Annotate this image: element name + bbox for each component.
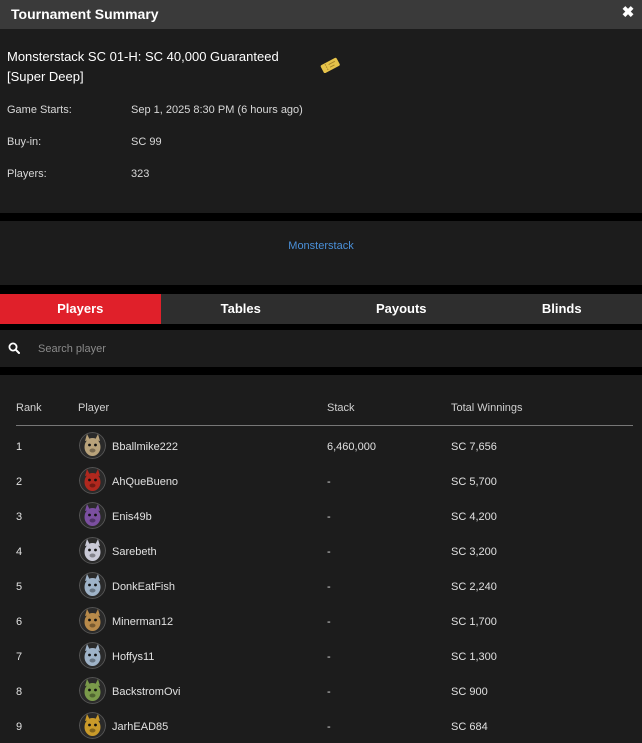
detail-label: Buy-in: [7,136,42,148]
winnings-cell: SC 2,240 [451,581,497,593]
winnings-cell: SC 7,656 [451,441,497,453]
rank-cell: 4 [16,546,23,558]
player-name[interactable]: Bballmike222 [112,441,178,453]
player-name[interactable]: JarhEAD85 [112,721,168,733]
table-row[interactable]: 3 Enis49b - SC 4,200 [16,500,633,535]
player-name[interactable]: AhQueBueno [112,476,178,488]
stack-cell: - [327,686,331,698]
window-title: Tournament Summary [11,6,159,22]
tab-payouts[interactable]: Payouts [321,294,482,324]
stack-cell: 6,460,000 [327,441,376,453]
detail-value: 323 [131,168,150,180]
rank-cell: 2 [16,476,23,488]
unicorn-avatar[interactable] [79,642,106,669]
player-name[interactable]: BackstromOvi [112,686,180,698]
player-name[interactable]: DonkEatFish [112,581,175,593]
horse-avatar[interactable] [79,677,106,704]
header-total-winnings[interactable]: Total Winnings [451,402,523,414]
search-icon [8,342,20,354]
detail-label: Players: [7,168,47,180]
search-input[interactable] [30,338,620,360]
winnings-cell: SC 4,200 [451,511,497,523]
header-stack[interactable]: Stack [327,402,355,414]
header-player[interactable]: Player [78,402,109,414]
player-name[interactable]: Minerman12 [112,616,173,628]
tournament-summary-panel: Monsterstack SC 01-H: SC 40,000 Guarante… [0,29,642,213]
table-row[interactable]: 8 BackstromOvi - SC 900 [16,675,633,710]
winnings-cell: SC 684 [451,721,488,733]
winnings-cell: SC 3,200 [451,546,497,558]
table-row[interactable]: 7 Hoffys11 - SC 1,300 [16,640,633,675]
detail-value: Sep 1, 2025 8:30 PM (6 hours ago) [131,104,303,116]
rank-cell: 8 [16,686,23,698]
table-row[interactable]: 4 Sarebeth - SC 3,200 [16,535,633,570]
stack-cell: - [327,616,331,628]
series-panel: Monsterstack [0,221,642,285]
players-table: Rank Player Stack Total Winnings 1 Bballm… [0,375,642,743]
detail-label: Game Starts: [7,104,72,116]
tournament-name-line2: [Super Deep] [7,69,84,84]
close-icon[interactable]: ✖ [621,5,635,20]
rank-cell: 5 [16,581,23,593]
ticket-icon [320,57,340,73]
tab-bar: Players Tables Payouts Blinds [0,294,642,324]
stack-cell: - [327,651,331,663]
stack-cell: - [327,721,331,733]
player-name[interactable]: Enis49b [112,511,152,523]
stack-cell: - [327,546,331,558]
tournament-name-line1: Monsterstack SC 01-H: SC 40,000 Guarante… [7,49,279,64]
player-name[interactable]: Sarebeth [112,546,157,558]
tournament-name: Monsterstack SC 01-H: SC 40,000 Guarante… [7,47,307,87]
stack-cell: - [327,476,331,488]
winnings-cell: SC 1,300 [451,651,497,663]
table-row[interactable]: 2 AhQueBueno - SC 5,700 [16,465,633,500]
demon-avatar[interactable] [79,467,106,494]
rank-cell: 6 [16,616,23,628]
tab-blinds[interactable]: Blinds [481,294,642,324]
rank-cell: 1 [16,441,23,453]
table-row[interactable]: 6 Minerman12 - SC 1,700 [16,605,633,640]
detail-value: SC 99 [131,136,162,148]
winnings-cell: SC 1,700 [451,616,497,628]
tab-tables[interactable]: Tables [160,294,321,324]
rank-cell: 3 [16,511,23,523]
divider [0,213,642,221]
stack-cell: - [327,511,331,523]
table-row[interactable]: 9 JarhEAD85 - SC 684 [16,710,633,743]
player-name[interactable]: Hoffys11 [112,651,154,663]
purple-beast-avatar[interactable] [79,502,106,529]
rank-cell: 9 [16,721,23,733]
panda-avatar[interactable] [79,537,106,564]
header-rank[interactable]: Rank [16,402,42,414]
unicorn-avatar[interactable] [79,572,106,599]
stack-cell: - [327,581,331,593]
winnings-cell: SC 5,700 [451,476,497,488]
tab-players[interactable]: Players [0,294,161,324]
winnings-cell: SC 900 [451,686,488,698]
table-header: Rank Player Stack Total Winnings [16,402,633,426]
table-row[interactable]: 5 DonkEatFish - SC 2,240 [16,570,633,605]
hamster-avatar[interactable] [79,607,106,634]
rank-cell: 7 [16,651,23,663]
series-link[interactable]: Monsterstack [0,240,642,252]
title-bar: Tournament Summary ✖ [0,0,642,29]
soldier-avatar[interactable] [79,712,106,739]
wolf-avatar[interactable] [79,432,106,459]
table-row[interactable]: 1 Bballmike222 6,460,000 SC 7,656 [16,430,633,465]
search-bar [0,330,642,367]
